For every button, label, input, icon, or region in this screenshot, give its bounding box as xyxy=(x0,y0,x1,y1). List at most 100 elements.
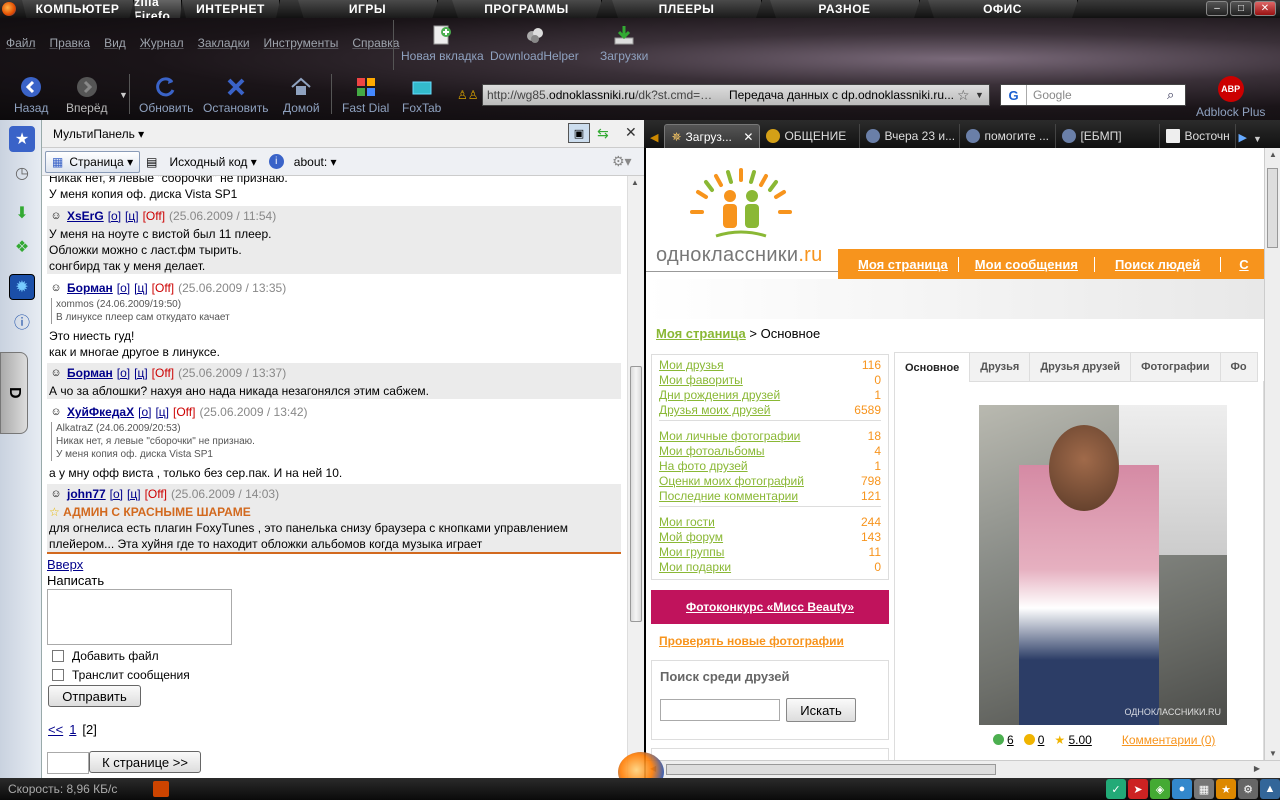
multipanel-title[interactable]: МультиПанель ▾ xyxy=(42,127,144,141)
task-misc[interactable]: РАЗНОЕ xyxy=(770,0,920,18)
task-firefox[interactable]: zilla Firefo xyxy=(134,0,182,18)
stat-label[interactable]: Дни рождения друзей xyxy=(659,388,780,402)
url-dropdown-icon[interactable]: ▼ xyxy=(975,90,989,100)
downloads-icon[interactable]: ⬇ xyxy=(9,200,35,226)
tray-icon-7[interactable]: ⚙ xyxy=(1238,779,1258,799)
forward-button[interactable]: Вперёд xyxy=(66,76,108,115)
stat-row[interactable]: Мои гости 244 xyxy=(659,515,881,529)
check-new-photos-link[interactable]: Проверять новые фотографии xyxy=(659,634,844,648)
web-horizontal-scrollbar[interactable]: ◀ ▶ xyxy=(646,760,1280,778)
scrollbar-thumb[interactable] xyxy=(630,366,642,622)
stat-label[interactable]: Друзья моих друзей xyxy=(659,403,771,417)
search-bar[interactable]: G Google ⌕ xyxy=(1000,84,1186,106)
tray-icon-6[interactable]: ★ xyxy=(1216,779,1236,799)
refresh-button[interactable]: Обновить xyxy=(139,76,193,115)
panel-sync-icon[interactable]: ⇆ xyxy=(597,125,609,142)
stat-label[interactable]: Мои фотоальбомы xyxy=(659,444,765,458)
stat-row[interactable]: Мои фотоальбомы 4 xyxy=(659,444,881,458)
tab-close-icon[interactable]: ✕ xyxy=(743,130,753,144)
panel-view-icon[interactable]: ▣ xyxy=(568,123,590,143)
search-icon[interactable]: ⌕ xyxy=(1167,87,1185,103)
info-icon[interactable]: ⓘ xyxy=(9,308,35,334)
search-input[interactable]: Google xyxy=(1027,88,1167,102)
nav-more[interactable]: С xyxy=(1221,257,1258,272)
downloads-button[interactable]: Загрузки xyxy=(600,24,648,63)
menu-edit[interactable]: Правка xyxy=(50,36,91,54)
back-button[interactable]: Назад xyxy=(14,76,48,115)
settings-gear-icon[interactable]: ⚙▾ xyxy=(612,153,632,170)
page-mode-button[interactable]: ▦ Страница ▾ xyxy=(45,150,141,173)
stat-label[interactable]: Последние комментарии xyxy=(659,489,798,503)
task-programs[interactable]: ПРОГРАММЫ xyxy=(452,0,602,18)
quote-link[interactable]: [ц] xyxy=(127,484,141,504)
stat-row[interactable]: На фото друзей 1 xyxy=(659,459,881,473)
minimize-icon[interactable]: – xyxy=(1206,1,1228,16)
scroll-up-link[interactable]: Вверх xyxy=(47,557,83,572)
pager-page-1[interactable]: 1 xyxy=(69,722,76,737)
pager-prev-link[interactable]: << xyxy=(48,722,63,737)
stat-row[interactable]: Мои подарки 0 xyxy=(659,560,881,574)
source-mode-button[interactable]: ▤ Исходный код ▾ xyxy=(140,151,263,173)
nav-people-search[interactable]: Поиск людей xyxy=(1095,256,1222,272)
scrollbar-thumb[interactable] xyxy=(666,764,996,775)
foxtab-button[interactable]: FoxTab xyxy=(402,76,441,115)
scrollbar-thumb[interactable] xyxy=(1267,168,1278,248)
tray-icon-5[interactable]: ▦ xyxy=(1194,779,1214,799)
menu-tools[interactable]: Инструменты xyxy=(264,36,339,54)
tray-icon-8[interactable]: ▲ xyxy=(1260,779,1280,799)
profile-link[interactable]: [о] xyxy=(117,363,130,383)
profile-link[interactable]: [о] xyxy=(110,484,123,504)
tray-icon-3[interactable]: ◈ xyxy=(1150,779,1170,799)
menu-file[interactable]: Файл xyxy=(6,36,36,54)
profile-link[interactable]: [о] xyxy=(108,206,121,226)
stat-row[interactable]: Мой форум 143 xyxy=(659,530,881,544)
tab-scroll-left-icon[interactable]: ◀ xyxy=(650,131,658,144)
post-author-link[interactable]: ХуйФкедаХ xyxy=(67,402,134,422)
profile-photo[interactable]: ОДНОКЛАССНИКИ.RU xyxy=(979,405,1227,725)
adblock-button[interactable]: ABP Adblock Plus xyxy=(1196,76,1265,119)
checkbox-box[interactable] xyxy=(52,650,64,662)
tab-photos[interactable]: Фотографии xyxy=(1131,352,1221,382)
post-author-link[interactable]: john77 xyxy=(67,484,106,504)
quote-link[interactable]: [ц] xyxy=(134,278,148,298)
score-rating[interactable]: ★ 5.00 xyxy=(1054,733,1091,747)
tab-pomogite[interactable]: помогите ... xyxy=(960,124,1057,148)
web-vertical-scrollbar[interactable]: ▲ ▼ xyxy=(1264,148,1280,760)
quote-link[interactable]: [ц] xyxy=(155,402,169,422)
panel-close-icon[interactable]: ✕ xyxy=(625,124,637,141)
profile-link[interactable]: [о] xyxy=(117,278,130,298)
fast-dial-button[interactable]: Fast Dial xyxy=(342,76,389,115)
friends-search-input[interactable] xyxy=(660,699,780,721)
yellow-rating[interactable]: 0 xyxy=(1023,733,1044,747)
stat-label[interactable]: Мои подарки xyxy=(659,560,731,574)
tab-list-icon[interactable]: ▼ xyxy=(1253,134,1262,144)
maximize-icon[interactable]: □ xyxy=(1230,1,1252,16)
status-addon-icon[interactable] xyxy=(153,781,170,797)
task-computer[interactable]: КОМПЬЮТЕР xyxy=(22,0,134,18)
stat-label[interactable]: На фото друзей xyxy=(659,459,748,473)
menu-bookmarks[interactable]: Закладки xyxy=(198,36,250,54)
stat-row[interactable]: Последние комментарии 121 xyxy=(659,489,881,503)
post-author-link[interactable]: XsErG xyxy=(67,206,104,226)
tab-scroll-right-icon[interactable]: ▶ xyxy=(1238,131,1246,144)
attach-file-checkbox[interactable]: Добавить файл xyxy=(52,649,159,663)
bookmarks-star-icon[interactable]: ★ xyxy=(9,126,35,152)
url-text[interactable]: http://wg85.odnoklassniki.ru/dk?st.cmd=… xyxy=(483,88,723,102)
google-engine-icon[interactable]: G xyxy=(1001,85,1027,105)
profile-link[interactable]: [о] xyxy=(138,402,151,422)
breadcrumb-my-page[interactable]: Моя страница xyxy=(656,326,746,341)
about-button[interactable]: i about: ▾ xyxy=(263,151,343,173)
stat-row[interactable]: Мои фавориты 0 xyxy=(659,373,881,387)
stat-row[interactable]: Друзья моих друзей 6589 xyxy=(659,403,881,417)
stat-row[interactable]: Мои друзья 116 xyxy=(659,358,881,372)
green-rating[interactable]: 6 xyxy=(993,733,1014,747)
menu-history[interactable]: Журнал xyxy=(140,36,184,54)
tray-icon-1[interactable]: ✓ xyxy=(1106,779,1126,799)
stat-label[interactable]: Мои группы xyxy=(659,545,724,559)
multipanel-icon[interactable]: ✹ xyxy=(9,274,35,300)
nav-my-page[interactable]: Моя страница xyxy=(838,256,959,272)
addons-puzzle-icon[interactable]: ❖ xyxy=(9,234,35,260)
post-author-link[interactable]: Борман xyxy=(67,363,113,383)
send-button[interactable]: Отправить xyxy=(48,685,141,707)
tab-vchera[interactable]: Вчера 23 и... xyxy=(860,124,961,148)
